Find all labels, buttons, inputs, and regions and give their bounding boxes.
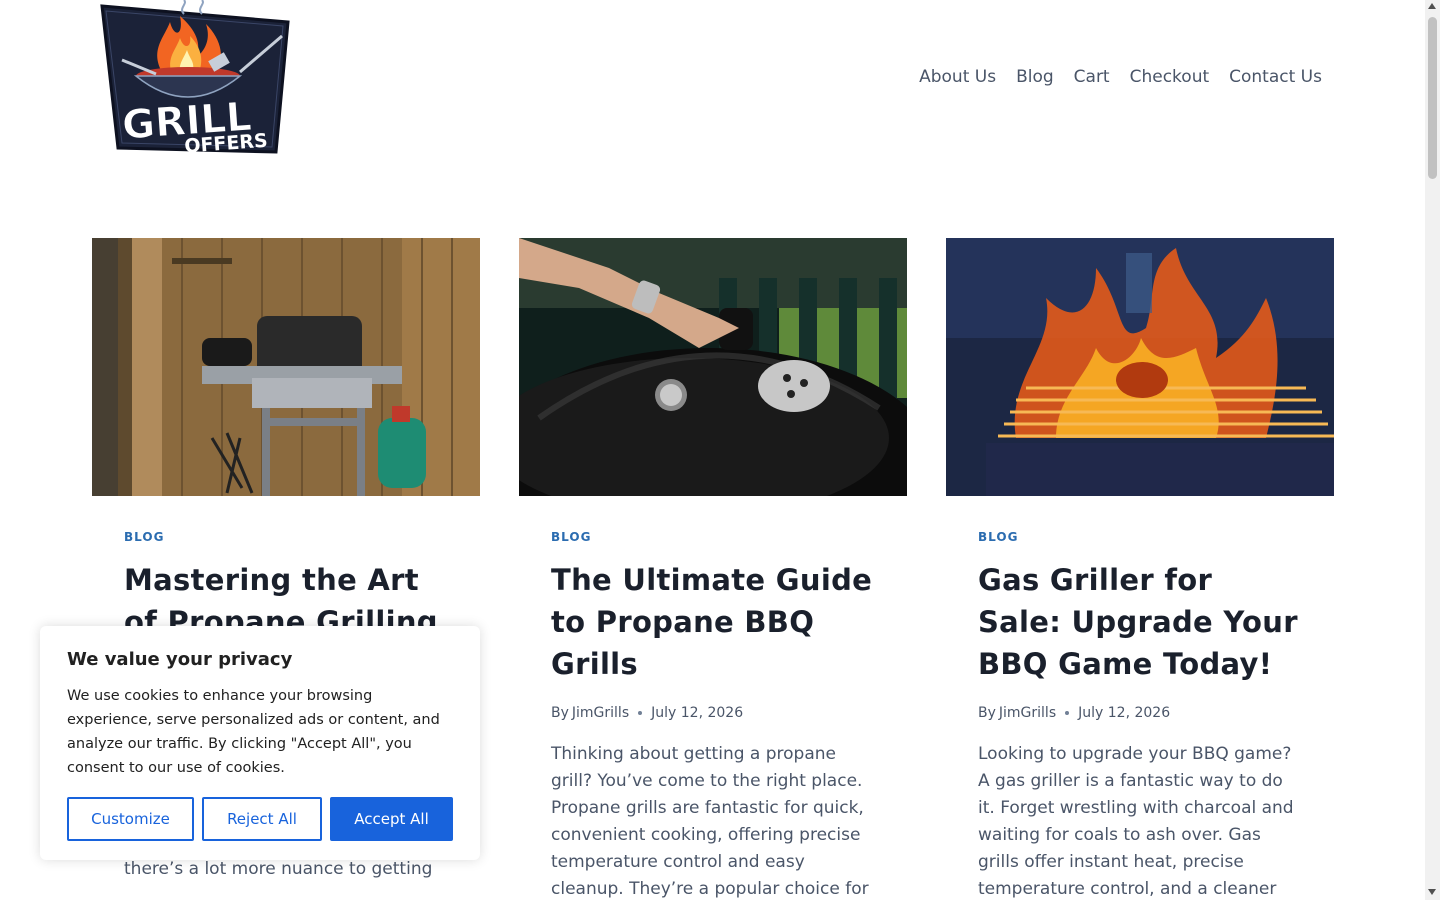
customize-button[interactable]: Customize xyxy=(67,797,194,841)
post-card: BLOG Gas Griller for Sale: Upgrade Your … xyxy=(946,238,1334,900)
post-meta: By JimGrills July 12, 2026 xyxy=(978,705,1302,721)
scroll-up-arrow-icon[interactable] xyxy=(1428,3,1436,9)
accept-all-button[interactable]: Accept All xyxy=(330,797,453,841)
post-excerpt: Thinking about getting a propane grill? … xyxy=(551,744,869,899)
cookie-button-group: Customize Reject All Accept All xyxy=(67,797,453,841)
post-card: BLOG The Ultimate Guide to Propane BBQ G… xyxy=(519,238,907,900)
post-by-label: By xyxy=(978,705,996,721)
nav-contact-us[interactable]: Contact Us xyxy=(1219,66,1322,88)
post-category-link[interactable]: BLOG xyxy=(551,530,591,544)
scroll-down-arrow-icon[interactable] xyxy=(1428,889,1436,895)
post-by-label: By xyxy=(551,705,569,721)
post-date: July 12, 2026 xyxy=(1078,705,1171,721)
cookie-title: We value your privacy xyxy=(67,649,293,670)
post-author-link[interactable]: JimGrills xyxy=(572,705,629,721)
cookie-description: We use cookies to enhance your browsing … xyxy=(67,688,440,776)
nav-about-us[interactable]: About Us xyxy=(909,66,1006,88)
grill-shed-photo xyxy=(92,238,480,496)
post-image-grill-shed[interactable] xyxy=(92,238,480,496)
svg-text:OFFERS: OFFERS xyxy=(184,130,269,158)
post-excerpt: Looking to upgrade your BBQ game? A gas … xyxy=(978,744,1294,899)
post-title[interactable]: The Ultimate Guide to Propane BBQ Grills xyxy=(551,559,875,685)
reject-all-button[interactable]: Reject All xyxy=(202,797,322,841)
main-navigation: About Us Blog Cart Checkout Contact Us xyxy=(909,66,1322,88)
site-header: GRILL OFFERS About Us Blog Cart Checkout… xyxy=(0,0,1425,200)
kettle-grill-photo xyxy=(519,238,907,496)
nav-blog[interactable]: Blog xyxy=(1006,66,1064,88)
post-meta: By JimGrills July 12, 2026 xyxy=(551,705,875,721)
post-category-link[interactable]: BLOG xyxy=(978,530,1018,544)
post-author-link[interactable]: JimGrills xyxy=(999,705,1056,721)
post-image-flaming-grill[interactable] xyxy=(946,238,1334,496)
cookie-consent-banner: We value your privacy We use cookies to … xyxy=(40,626,480,860)
flaming-grill-photo xyxy=(946,238,1334,496)
post-image-kettle-grill[interactable] xyxy=(519,238,907,496)
post-category-link[interactable]: BLOG xyxy=(124,530,164,544)
page-scrollbar[interactable] xyxy=(1425,0,1440,900)
post-date: July 12, 2026 xyxy=(651,705,744,721)
post-title[interactable]: Gas Griller for Sale: Upgrade Your BBQ G… xyxy=(978,559,1302,685)
site-logo[interactable]: GRILL OFFERS xyxy=(92,0,294,162)
nav-cart[interactable]: Cart xyxy=(1064,66,1120,88)
scrollbar-thumb[interactable] xyxy=(1428,17,1437,179)
grill-offers-logo-icon: GRILL OFFERS xyxy=(100,0,290,158)
meta-separator-dot xyxy=(1065,711,1070,715)
meta-separator-dot xyxy=(638,711,643,715)
nav-checkout[interactable]: Checkout xyxy=(1120,66,1220,88)
